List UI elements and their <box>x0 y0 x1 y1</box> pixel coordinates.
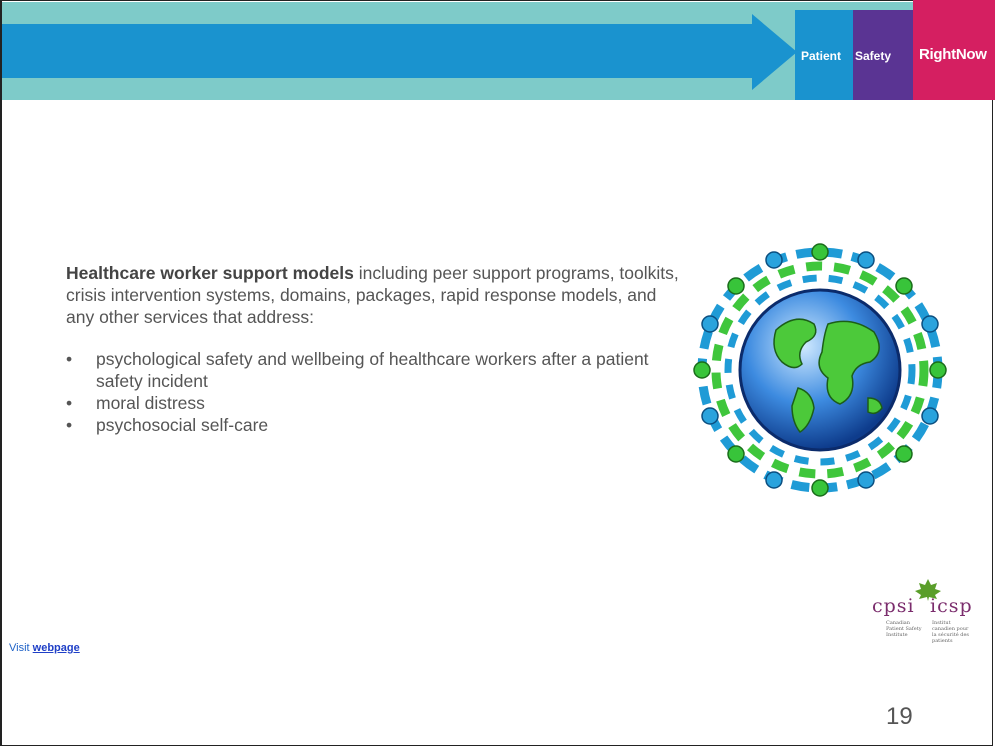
cpsi-english-name: Canadian Patient Safety Institute <box>886 620 922 638</box>
safety-label: Safety <box>855 49 892 63</box>
list-item: • psychological safety and wellbeing of h… <box>66 349 649 391</box>
list-item: • moral distress <box>66 393 205 413</box>
page-number: 19 <box>886 703 913 730</box>
bullet-icon: • <box>66 393 73 413</box>
cpsi-french-name: Institut canadien pour la sécurité des p… <box>932 620 969 644</box>
rightnow-label: RightNow <box>919 46 987 63</box>
slide-body: Healthcare worker support models includi… <box>66 262 686 436</box>
banner-arrow-icon <box>2 14 797 90</box>
icsp-wordmark: icsp <box>930 595 973 617</box>
lead-paragraph: Healthcare worker support models includi… <box>66 262 686 328</box>
globe-with-people-chain-icon <box>693 243 947 497</box>
list-item: • psychosocial self-care <box>66 415 269 435</box>
visit-label: Visit <box>9 642 30 654</box>
cpsi-wordmark: cpsi <box>872 595 915 617</box>
bullet-icon: • <box>66 349 73 369</box>
patient-label: Patient <box>801 49 842 63</box>
webpage-link[interactable]: webpage <box>33 642 80 654</box>
cpsi-icsp-logo: cpsi icsp Canadian Patient Safety Instit… <box>872 579 982 663</box>
visit-line: Visit webpage <box>9 642 80 654</box>
lead-bold: Healthcare worker support models <box>66 263 354 283</box>
bullet-list: • psychological safety and wellbeing of h… <box>66 348 686 436</box>
bullet-icon: • <box>66 415 73 435</box>
